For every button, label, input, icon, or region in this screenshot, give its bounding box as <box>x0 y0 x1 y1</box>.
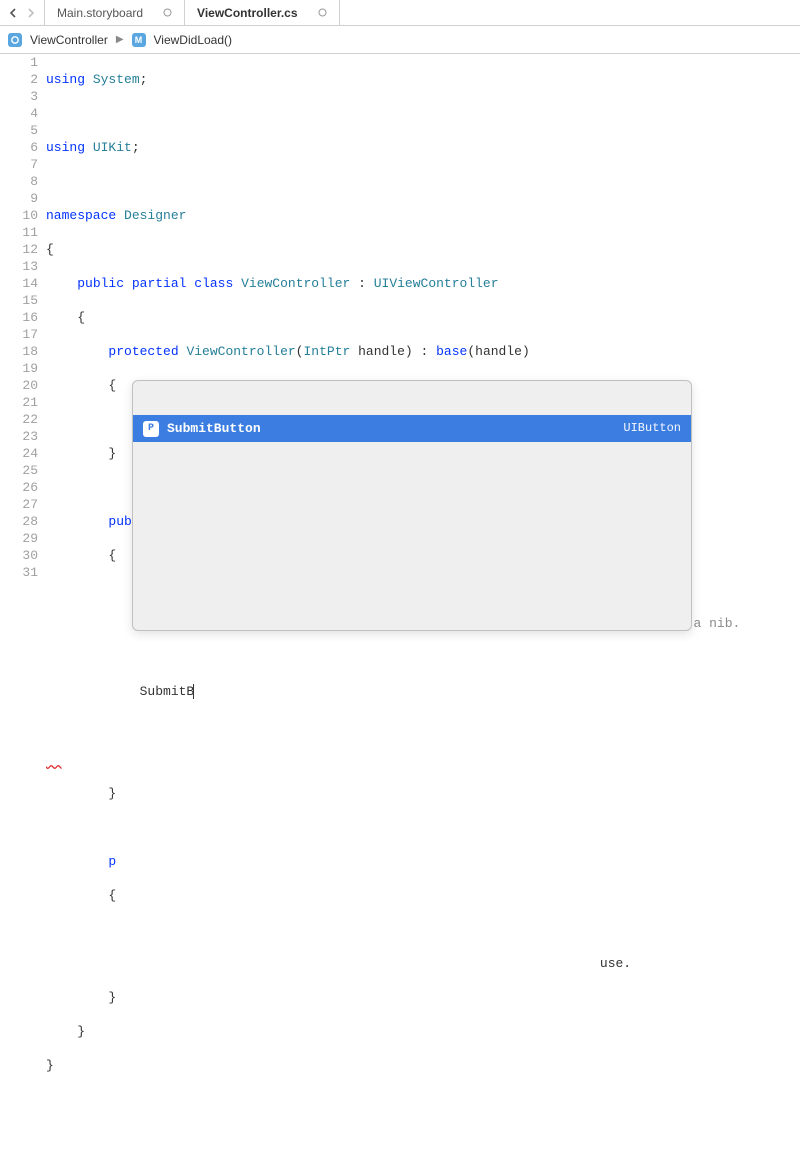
tab-viewcontroller-cs[interactable]: ViewController.cs <box>185 0 339 25</box>
tab-bar: Main.storyboard ViewController.cs <box>0 0 800 26</box>
class-icon <box>8 33 22 47</box>
close-icon[interactable] <box>318 6 327 20</box>
tab-main-storyboard[interactable]: Main.storyboard <box>45 0 185 25</box>
breadcrumb: ViewController ▶ M ViewDidLoad() <box>0 26 800 54</box>
tab-nav-back-icon[interactable] <box>6 6 20 20</box>
tab-nav-arrows <box>0 0 45 25</box>
typed-text: SubmitB <box>140 684 195 699</box>
tab-label: ViewController.cs <box>197 6 297 20</box>
autocomplete-item[interactable]: P SubmitButton UIButton <box>133 415 691 442</box>
autocomplete-popup: P SubmitButton UIButton <box>132 380 692 631</box>
property-icon: P <box>143 421 159 437</box>
breadcrumb-class[interactable]: ViewController <box>30 33 108 47</box>
close-icon[interactable] <box>163 6 172 20</box>
breadcrumb-method[interactable]: ViewDidLoad() <box>154 33 233 47</box>
tab-nav-forward-icon <box>24 6 38 20</box>
autocomplete-type: UIButton <box>623 420 681 437</box>
code-editor[interactable]: 1234567891011121314151617181920212223242… <box>0 54 800 1150</box>
tab-label: Main.storyboard <box>57 6 143 20</box>
chevron-right-icon: ▶ <box>116 34 124 45</box>
method-icon: M <box>132 33 146 47</box>
autocomplete-body <box>133 476 691 596</box>
line-gutter: 1234567891011121314151617181920212223242… <box>0 54 46 1150</box>
autocomplete-label: SubmitButton <box>167 420 615 437</box>
error-squiggle <box>46 752 62 767</box>
code-area[interactable]: using System; using UIKit; namespace Des… <box>46 54 800 1150</box>
